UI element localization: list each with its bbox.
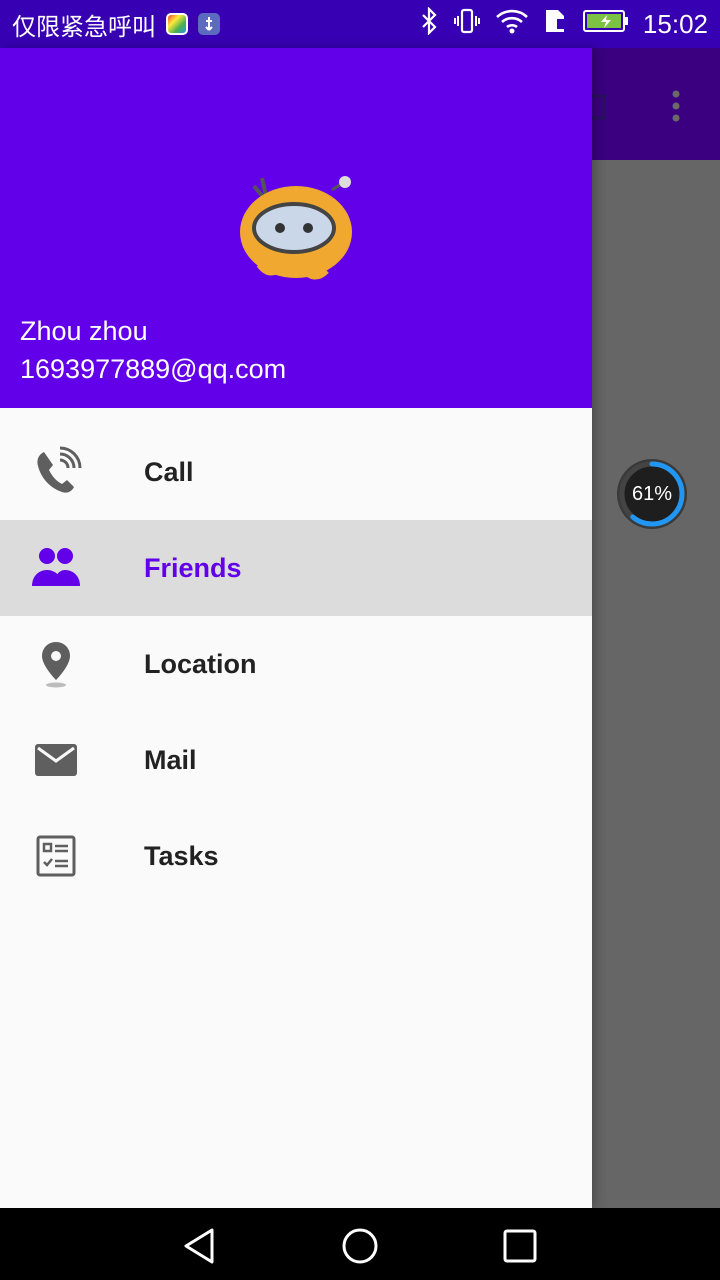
user-email: 1693977889@qq.com <box>20 354 287 384</box>
phone-call-icon <box>30 446 82 498</box>
back-icon[interactable] <box>180 1226 220 1266</box>
sim-icon <box>543 7 569 42</box>
menu-item-mail[interactable]: Mail <box>0 712 592 808</box>
location-pin-icon <box>30 638 82 690</box>
mascot-avatar-icon[interactable] <box>232 168 362 288</box>
usb-icon <box>198 13 220 35</box>
drawer-header: Zhou zhou 1693977889@qq.com <box>0 48 592 408</box>
vibrate-icon <box>453 7 481 42</box>
navigation-drawer: Zhou zhou 1693977889@qq.com Call Friends… <box>0 48 592 1208</box>
recents-icon[interactable] <box>500 1226 540 1266</box>
menu-item-call[interactable]: Call <box>0 424 592 520</box>
menu-label-call: Call <box>144 456 194 487</box>
memory-progress-ball[interactable]: 61% <box>616 458 688 530</box>
drawer-menu: Call Friends Location Mail Tasks <box>0 408 592 904</box>
system-nav-bar <box>0 1208 720 1280</box>
user-name: Zhou zhou <box>20 316 148 346</box>
menu-label-tasks: Tasks <box>144 840 219 871</box>
bluetooth-icon <box>419 5 439 42</box>
colorful-app-icon <box>166 13 188 35</box>
clock: 15:02 <box>642 8 708 39</box>
battery-charging-icon <box>582 8 629 41</box>
wifi-icon <box>495 7 529 42</box>
home-icon[interactable] <box>340 1226 380 1266</box>
people-icon <box>30 542 82 594</box>
carrier-text: 仅限紧急呼叫 <box>12 13 156 41</box>
menu-label-friends: Friends <box>144 552 242 583</box>
mail-icon <box>30 734 82 786</box>
menu-item-tasks[interactable]: Tasks <box>0 808 592 904</box>
menu-item-friends[interactable]: Friends <box>0 520 592 616</box>
progress-percent-label: 61% <box>631 482 673 505</box>
menu-label-mail: Mail <box>144 744 197 775</box>
menu-item-location[interactable]: Location <box>0 616 592 712</box>
menu-label-location: Location <box>144 648 257 679</box>
overflow-menu-icon[interactable] <box>656 86 696 126</box>
task-list-icon <box>30 830 82 882</box>
status-bar: 仅限紧急呼叫 15:02 <box>0 0 720 48</box>
